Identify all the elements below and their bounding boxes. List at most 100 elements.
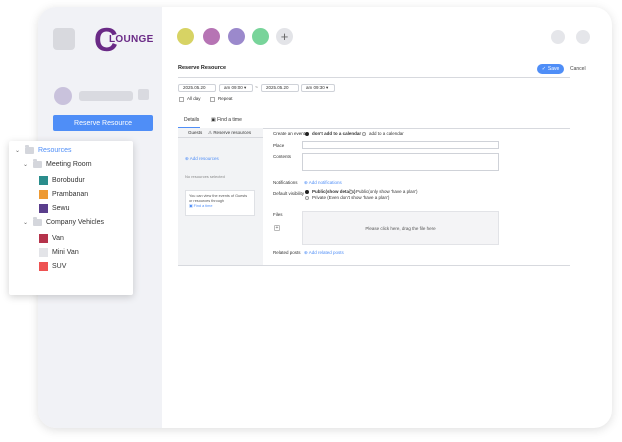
- color-swatch: [39, 248, 48, 257]
- place-label: Place: [273, 143, 285, 148]
- calendar-color-dot[interactable]: [177, 28, 194, 45]
- chevron-down-icon: ⌄: [23, 162, 29, 168]
- tree-group[interactable]: ⌄ Company Vehicles: [23, 217, 104, 226]
- user-name-placeholder: [79, 91, 133, 101]
- dont-add-radio[interactable]: [305, 132, 309, 136]
- chevron-down-icon: ⌄: [23, 220, 29, 226]
- tree-item[interactable]: SUV: [39, 262, 66, 271]
- plus-icon: ⊕: [185, 156, 189, 161]
- contents-label: Contents: [273, 154, 292, 159]
- calendar-color-dot[interactable]: [228, 28, 245, 45]
- main-area: + Reserve Resource ✓ Save Cancel 2025.05…: [162, 7, 612, 428]
- public-details-radio[interactable]: [305, 190, 309, 194]
- logo-text: LOUNGE: [109, 34, 154, 45]
- lounge-logo: C LOUNGE: [94, 23, 164, 57]
- start-time-value: am 09:00: [224, 85, 243, 90]
- color-swatch: [39, 204, 48, 213]
- files-label: Files: [273, 212, 283, 217]
- range-separator: ~: [255, 85, 258, 91]
- notifications-label: Notifications: [273, 180, 298, 185]
- tree-item-label: SUV: [52, 263, 67, 270]
- color-swatch: [39, 262, 48, 271]
- menu-placeholder-icon[interactable]: [53, 28, 75, 50]
- user-settings-placeholder[interactable]: [138, 89, 149, 100]
- repeat-label: Repeat: [218, 96, 233, 101]
- tab-guests[interactable]: Guests: [188, 130, 202, 135]
- find-time-hint: You can view the events of Guests or res…: [185, 190, 255, 216]
- start-time-select[interactable]: am 09:00 ▾: [219, 84, 253, 92]
- tree-group[interactable]: ⌄ Meeting Room: [23, 159, 92, 168]
- attach-file-icon[interactable]: +: [274, 225, 280, 231]
- end-date-field[interactable]: 2025.05.20: [261, 84, 299, 92]
- add-notifications-label: Add notifications: [308, 180, 342, 185]
- find-time-link[interactable]: ▣ Find a time: [189, 204, 212, 208]
- chevron-down-icon: ⌄: [15, 148, 21, 154]
- find-time-link-label: Find a time: [193, 204, 213, 208]
- end-time-select[interactable]: am 09:30 ▾: [301, 84, 335, 92]
- cancel-button[interactable]: Cancel: [570, 66, 586, 72]
- calendar-color-dot[interactable]: [252, 28, 269, 45]
- add-related-posts-label: Add related posts: [308, 250, 344, 255]
- add-resources-link[interactable]: ⊕ Add resources: [185, 156, 219, 162]
- pane-tabs: Guests ⚠ Reserve resources: [178, 128, 263, 138]
- check-icon: ✓: [541, 66, 546, 72]
- public-only-label: Public(only show 'have a plan'): [356, 189, 418, 194]
- related-posts-label: Related posts: [273, 250, 301, 255]
- guests-resources-pane: Guests ⚠ Reserve resources ⊕ Add resourc…: [178, 128, 263, 266]
- place-input[interactable]: [302, 141, 499, 149]
- repeat-checkbox[interactable]: [210, 97, 215, 102]
- divider: [178, 77, 570, 78]
- all-day-label: All day: [187, 96, 201, 101]
- tree-item[interactable]: Mini Van: [39, 248, 79, 257]
- chevron-down-icon: ▾: [326, 85, 329, 90]
- tree-item[interactable]: Van: [39, 234, 64, 243]
- color-swatch: [39, 176, 48, 185]
- folder-icon: [33, 159, 42, 168]
- folder-icon: [33, 217, 42, 226]
- visibility-label: Default visibility: [273, 191, 305, 196]
- tree-item-label: Sewu: [52, 205, 70, 212]
- end-time-value: am 09:30: [306, 85, 325, 90]
- create-event-label: Create an event: [273, 131, 306, 136]
- folder-icon: [25, 145, 34, 154]
- avatar[interactable]: [54, 87, 72, 105]
- contents-input[interactable]: [302, 153, 499, 171]
- file-dropzone[interactable]: Please click here, drag the file here: [302, 211, 499, 245]
- tree-group-label: Meeting Room: [46, 161, 92, 168]
- page-title: Reserve Resource: [178, 65, 227, 71]
- private-radio[interactable]: [305, 196, 309, 200]
- tree-root[interactable]: ⌄ Resources: [15, 145, 72, 154]
- tab-find-time-label: Find a time: [217, 117, 242, 123]
- hint-text: You can view the events of Guests or res…: [189, 194, 248, 203]
- divider: [178, 265, 570, 266]
- tree-item[interactable]: Prambanan: [39, 190, 88, 199]
- settings-placeholder-icon[interactable]: [576, 30, 590, 44]
- color-swatch: [39, 234, 48, 243]
- tab-find-time[interactable]: ▣ Find a time: [211, 117, 242, 123]
- no-resources-text: No resources selected: [185, 174, 225, 179]
- tab-reserve-resources[interactable]: ⚠ Reserve resources: [208, 130, 251, 136]
- tree-item-label: Van: [52, 235, 64, 242]
- tree-item-label: Mini Van: [52, 249, 79, 256]
- tab-details[interactable]: Details: [184, 117, 199, 123]
- add-notifications-link[interactable]: ⊕ Add notifications: [304, 180, 342, 186]
- tree-item-label: Prambanan: [52, 191, 89, 198]
- save-button[interactable]: ✓ Save: [537, 64, 564, 74]
- tree-item[interactable]: Borobudur: [39, 176, 85, 185]
- tree-item-label: Borobudur: [52, 177, 85, 184]
- start-date-field[interactable]: 2025.05.20: [178, 84, 216, 92]
- add-resources-label: Add resources: [189, 156, 219, 161]
- reserve-resource-button[interactable]: Reserve Resource: [53, 115, 153, 131]
- profile-placeholder-icon[interactable]: [551, 30, 565, 44]
- calendar-icon: ▣: [211, 117, 216, 123]
- tab-reserve-resources-label: Reserve resources: [213, 130, 252, 135]
- calendar-color-dot[interactable]: [203, 28, 220, 45]
- form-tabs: Details ▣ Find a time: [178, 115, 570, 129]
- tree-root-label: Resources: [38, 147, 72, 154]
- all-day-checkbox[interactable]: [179, 97, 184, 102]
- tree-item[interactable]: Sewu: [39, 204, 70, 213]
- add-calendar-radio[interactable]: [362, 132, 366, 136]
- add-calendar-icon[interactable]: +: [276, 28, 293, 45]
- public-only-radio[interactable]: [349, 190, 353, 194]
- add-related-posts-link[interactable]: ⊕ Add related posts: [304, 250, 344, 256]
